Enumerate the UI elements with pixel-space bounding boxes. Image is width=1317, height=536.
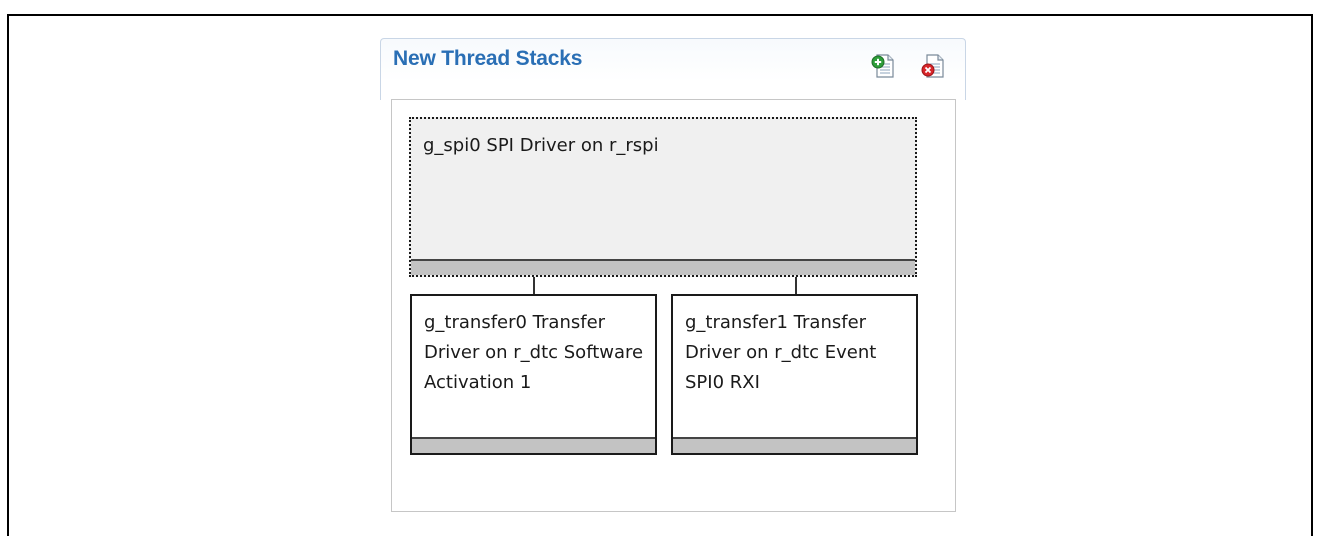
connector-line xyxy=(795,277,797,294)
add-module-button[interactable] xyxy=(871,53,895,79)
module-status-bar xyxy=(411,259,915,275)
panel-title: New Thread Stacks xyxy=(393,47,583,70)
module-g-transfer1[interactable]: g_transfer1 Transfer Driver on r_dtc Eve… xyxy=(671,294,918,455)
module-status-bar xyxy=(673,437,916,453)
module-g-spi0[interactable]: g_spi0 SPI Driver on r_rspi xyxy=(409,117,917,277)
panel-header: New Thread Stacks xyxy=(380,38,966,100)
module-label: g_transfer0 Transfer Driver on r_dtc Sof… xyxy=(424,312,644,393)
remove-module-icon xyxy=(921,54,944,78)
panel-body: g_spi0 SPI Driver on r_rspi g_transfer0 … xyxy=(391,99,956,512)
module-status-bar xyxy=(412,437,655,453)
connector-line xyxy=(533,277,535,294)
module-label: g_transfer1 Transfer Driver on r_dtc Eve… xyxy=(685,312,877,393)
add-module-icon xyxy=(871,54,894,78)
thread-stacks-panel: New Thread Stacks g_spi0 SPI Driver on r… xyxy=(380,38,966,512)
module-g-transfer0[interactable]: g_transfer0 Transfer Driver on r_dtc Sof… xyxy=(410,294,657,455)
module-label: g_spi0 SPI Driver on r_rspi xyxy=(423,135,659,156)
remove-module-button[interactable] xyxy=(921,53,945,79)
